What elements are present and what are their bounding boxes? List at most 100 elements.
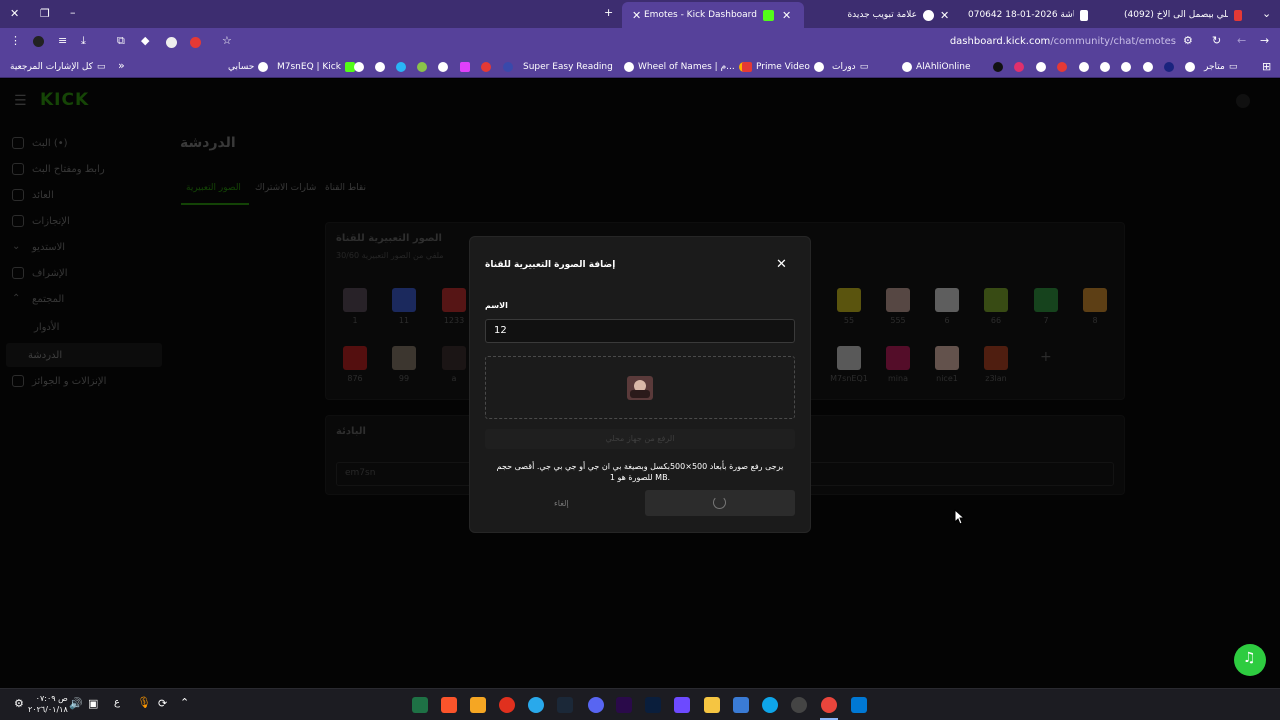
playlist-icon[interactable]: ≡ [58, 34, 67, 47]
minimize-window-icon[interactable]: – [70, 6, 76, 19]
tab-search-icon[interactable]: ⌄ [1262, 7, 1271, 20]
photoshop-icon[interactable] [645, 697, 661, 713]
submit-button[interactable] [645, 490, 795, 516]
bookmark-label: متاجر [1204, 62, 1225, 72]
bookmark-item[interactable]: متاجر ▭ [1204, 60, 1237, 74]
kick-favicon-icon [763, 9, 774, 21]
network-icon[interactable]: ▣ [88, 697, 98, 710]
tiktok-icon[interactable] [993, 62, 1003, 72]
close-icon[interactable]: ✕ [776, 257, 787, 272]
image-favicon-icon [1079, 9, 1088, 21]
bookmark-icon[interactable] [354, 62, 364, 72]
extension-diamond-icon[interactable]: ◆ [141, 34, 149, 47]
tab-close-icon[interactable]: ✕ [940, 9, 949, 22]
all-bookmarks-folder[interactable]: كل الإشارات المرجعية ▭ [10, 60, 105, 74]
bookmark-item[interactable]: Super Easy Reading [523, 60, 613, 74]
cancel-button[interactable]: إلغاء [554, 499, 569, 508]
bookmark-icon[interactable] [1036, 62, 1046, 72]
back-icon[interactable]: → [1260, 34, 1269, 47]
reload-icon[interactable]: ↻ [1212, 34, 1221, 47]
bookmark-icon[interactable] [481, 62, 491, 72]
bookmark-icon[interactable] [375, 62, 385, 72]
steam-icon[interactable] [557, 697, 573, 713]
bookmark-icon[interactable] [417, 62, 427, 72]
close-window-icon[interactable]: ✕ [10, 7, 19, 20]
bookmark-icon[interactable] [1164, 62, 1174, 72]
extension-red-icon[interactable] [190, 37, 201, 48]
bookmark-icon[interactable] [460, 62, 470, 72]
tab-screenshot[interactable]: ✕ لقطة شاشة 2026-01-18 070642 [940, 4, 1096, 26]
clock-date: ٢٠٢٦/٠١/١٨ [28, 705, 68, 714]
bookmark-item[interactable]: دورات ▭ [832, 60, 868, 74]
headset-icon: ♫ [1243, 650, 1256, 666]
restore-window-icon[interactable]: ❐ [40, 7, 50, 20]
volume-icon[interactable]: 🔊 [69, 697, 83, 710]
upload-hint-line: يرجى رفع صورة بأبعاد 500×500بكسل وبصيغة … [496, 462, 784, 471]
extension-ball-icon[interactable] [166, 37, 177, 48]
bookmark-label: AlAhliOnline [916, 62, 971, 72]
windows-start-icon[interactable] [851, 697, 867, 713]
bookmark-item[interactable]: Prime Video [742, 60, 824, 74]
apps-grid-icon[interactable]: ⊞ [1262, 60, 1271, 73]
upload-local-button[interactable]: الرفع من جهاز محلي [485, 429, 795, 449]
image-dropzone[interactable] [485, 356, 795, 419]
bookmark-item[interactable]: حسابي [228, 60, 269, 74]
bookmark-icon[interactable] [1121, 62, 1131, 72]
language-indicator[interactable]: ع [114, 697, 120, 708]
file-explorer-icon[interactable] [704, 697, 720, 713]
bookmark-icon[interactable] [1185, 62, 1195, 72]
app-purple-icon[interactable] [674, 697, 690, 713]
bookmark-star-icon[interactable]: ☆ [222, 34, 232, 47]
premiere-icon[interactable] [616, 697, 632, 713]
profile-avatar[interactable] [33, 36, 44, 47]
menu-dots-icon[interactable]: ⋮ [10, 34, 21, 47]
tab-close-icon[interactable]: ✕ [782, 9, 791, 22]
more-bookmarks-icon[interactable]: » [118, 59, 125, 72]
chrome-icon[interactable] [821, 697, 837, 713]
tab-emotes-kick[interactable]: ✕ Emotes - Kick Dashboard [622, 2, 804, 28]
address-bar[interactable]: dashboard.kick.com/community/chat/emotes [900, 36, 1176, 47]
tray-chevron-up-icon[interactable]: ⌃ [180, 696, 189, 709]
telegram-icon[interactable] [528, 697, 544, 713]
add-emote-modal: إضافة الصورة التعبيرية للقناة ✕ الاسم 12… [469, 236, 811, 533]
tab-youtube[interactable]: (4092) مين اللي بيصمل الى الاخ... [1116, 4, 1250, 26]
bookmark-item[interactable]: M7snEQ | Kick [277, 60, 355, 74]
settings-gear-icon[interactable]: ⚙ [14, 697, 24, 710]
site-settings-icon[interactable]: ⚙ [1183, 34, 1193, 47]
clock[interactable]: ۰۷:۰۹ ص ٢٠٢٦/٠١/١٨ [28, 693, 68, 715]
bookmark-icon[interactable] [1100, 62, 1110, 72]
bookmark-icon[interactable] [503, 62, 513, 72]
bookmark-icon[interactable] [438, 62, 448, 72]
sync-icon[interactable]: ⟳ [158, 697, 167, 710]
store-icon[interactable] [733, 697, 749, 713]
bookmark-icon[interactable] [1143, 62, 1153, 72]
clock-time: ۰۷:۰۹ ص [35, 694, 68, 703]
browser-toolbar: ⋮ ≡ ⤓ ⧉ ◆ ☆ dashboard.kick.com/community… [0, 28, 1280, 56]
edge-icon[interactable] [762, 697, 778, 713]
name-input[interactable]: 12 [485, 319, 795, 343]
tab-title: Emotes - Kick Dashboard [644, 10, 757, 20]
tab-new-tab[interactable]: ✕ علامة تبويب جديدة [782, 4, 942, 26]
excel-icon[interactable] [412, 697, 428, 713]
tab-title: (4092) مين اللي بيصمل الى الاخ... [1124, 10, 1228, 20]
bookmark-item[interactable]: Wheel of Names | م... [624, 60, 749, 74]
youtube-icon[interactable] [1057, 62, 1067, 72]
support-chat-button[interactable]: ♫ [1234, 644, 1266, 676]
forward-icon[interactable]: ← [1237, 34, 1246, 47]
brave-icon[interactable] [441, 697, 457, 713]
app-red-icon[interactable] [499, 697, 515, 713]
bookmark-icon[interactable] [396, 62, 406, 72]
bookmark-icon[interactable] [1079, 62, 1089, 72]
microphone-icon[interactable]: 🎙 [137, 696, 151, 709]
discord-icon[interactable] [588, 697, 604, 713]
download-icon[interactable]: ⤓ [81, 34, 86, 48]
extensions-icon[interactable]: ⧉ [117, 34, 125, 48]
bookmark-item[interactable]: AlAhliOnline [902, 60, 971, 74]
windows-taskbar: ⚙ ۰۷:۰۹ ص ٢٠٢٦/٠١/١٨ 🔊 ▣ ع 🎙 ⟳ ⌃ [0, 688, 1280, 720]
instagram-icon[interactable] [1014, 62, 1024, 72]
tab-close-icon[interactable]: ✕ [632, 9, 641, 22]
new-tab-icon[interactable]: + [604, 6, 613, 19]
app-a-icon[interactable] [470, 697, 486, 713]
app-circle-icon[interactable] [791, 697, 807, 713]
tab-title: لقطة شاشة 2026-01-18 070642 [968, 10, 1074, 20]
